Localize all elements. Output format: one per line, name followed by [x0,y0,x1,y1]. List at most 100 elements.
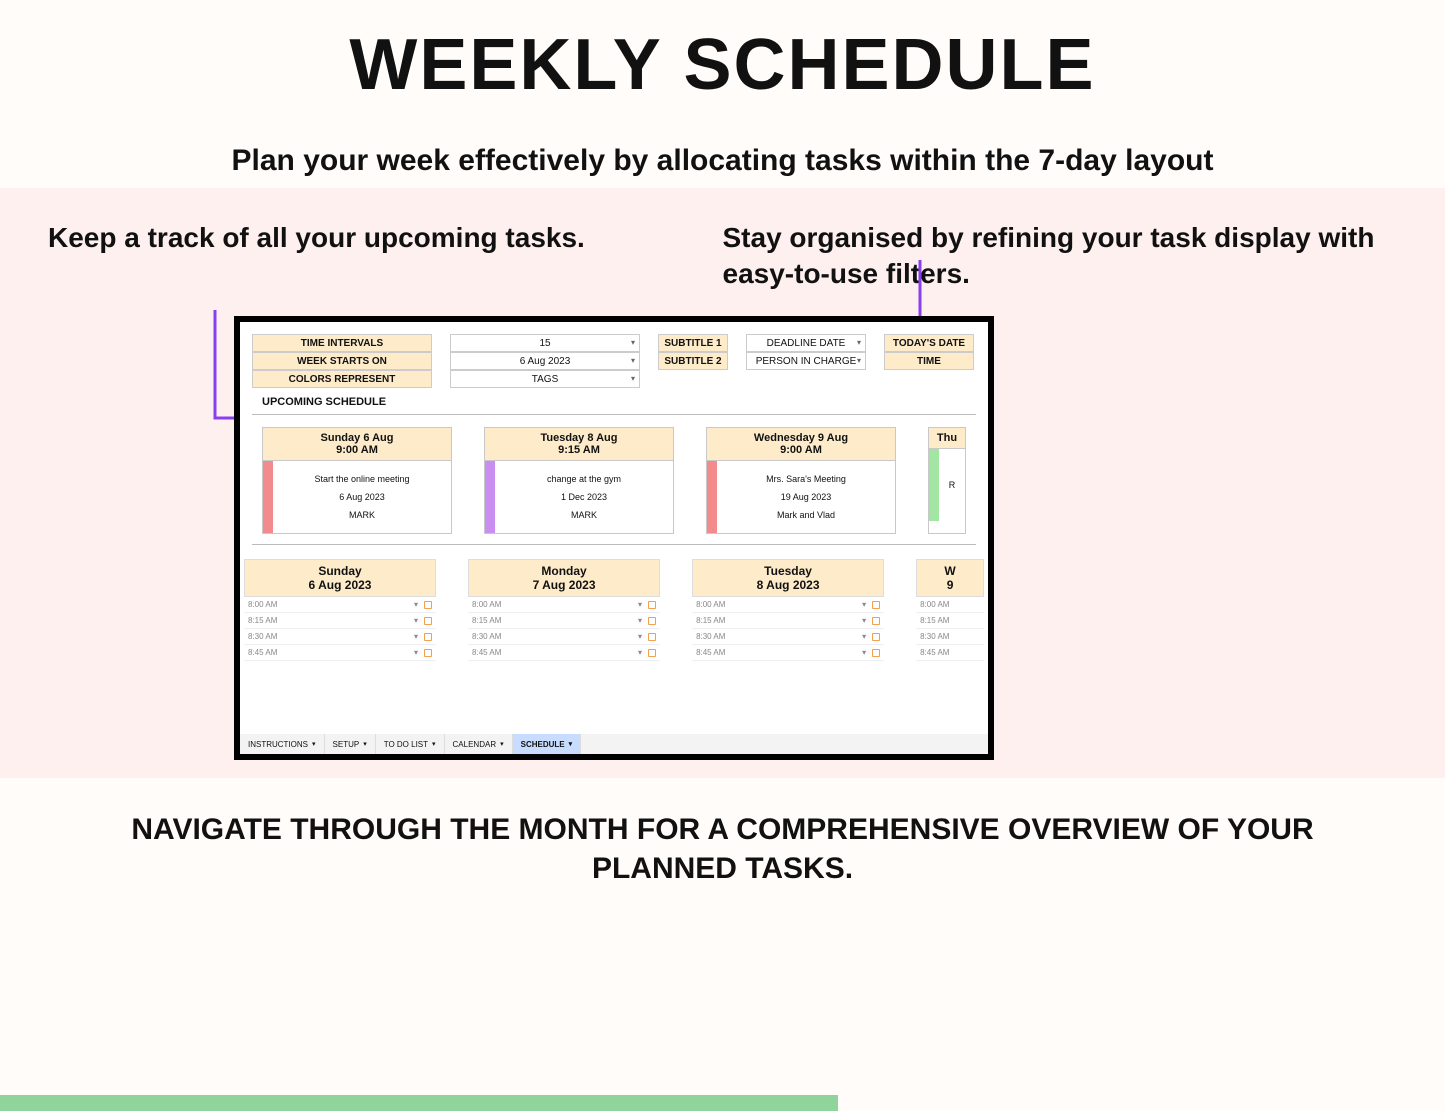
tag-color-bar [485,461,495,533]
day-column: Tuesday 8 Aug 2023 8:00 AM▾ 8:15 AM▾ 8:3… [692,559,884,661]
card-person: MARK [495,510,673,520]
callout-filters: Stay organised by refining your task dis… [723,220,1398,292]
time-slot[interactable]: 8:30 AM [916,629,984,645]
feature-band: Keep a track of all your upcoming tasks.… [0,188,1445,778]
tag-color-bar [929,449,939,521]
page-subtitle: Plan your week effectively by allocating… [60,144,1385,178]
day-of-week: Sunday [247,564,433,578]
chevron-down-icon: ▾ [638,600,642,609]
checkbox[interactable] [648,601,656,609]
checkbox[interactable] [872,649,880,657]
card-day: Thu [931,432,963,444]
tag-color-bar [263,461,273,533]
time-slot[interactable]: 8:45 AM▾ [692,645,884,661]
day-date: 9 [919,578,981,592]
card-person: MARK [273,510,451,520]
checkbox[interactable] [872,633,880,641]
label-todays-date: TODAY'S DATE [884,334,974,352]
day-of-week: Tuesday [695,564,881,578]
card-task: change at the gym [495,474,673,484]
chevron-down-icon: ▾ [862,632,866,641]
label-time: TIME [884,352,974,370]
chevron-down-icon: ▾ [569,740,573,748]
chevron-down-icon: ▾ [414,600,418,609]
checkbox[interactable] [424,617,432,625]
upcoming-card[interactable]: Wednesday 9 Aug 9:00 AM Mrs. Sara's Meet… [706,427,896,534]
upcoming-card[interactable]: Thu R [928,427,966,534]
chevron-down-icon: ▾ [638,648,642,657]
sheet-tabs: INSTRUCTIONS▾ SETUP▾ TO DO LIST▾ CALENDA… [240,734,988,754]
time-slot[interactable]: 8:45 AM▾ [244,645,436,661]
tab-instructions[interactable]: INSTRUCTIONS▾ [240,734,325,754]
day-date: 6 Aug 2023 [247,578,433,592]
card-time: 9:00 AM [265,444,449,456]
select-time-intervals[interactable]: 15 [450,334,640,352]
time-slot[interactable]: 8:15 AM▾ [468,613,660,629]
callout-upcoming: Keep a track of all your upcoming tasks. [48,220,615,292]
checkbox[interactable] [872,617,880,625]
card-task: R [939,480,965,490]
chevron-down-icon: ▾ [500,740,504,748]
checkbox[interactable] [424,601,432,609]
checkbox[interactable] [648,617,656,625]
upcoming-card[interactable]: Tuesday 8 Aug 9:15 AM change at the gym … [484,427,674,534]
card-date: 19 Aug 2023 [717,492,895,502]
day-column: Sunday 6 Aug 2023 8:00 AM▾ 8:15 AM▾ 8:30… [244,559,436,661]
day-of-week: W [919,564,981,578]
chevron-down-icon: ▾ [638,632,642,641]
time-slot[interactable]: 8:00 AM [916,597,984,613]
tab-todo-list[interactable]: TO DO LIST▾ [376,734,445,754]
decorative-stripe [0,1095,838,1111]
page-title: WEEKLY SCHEDULE [60,24,1385,106]
upcoming-card[interactable]: Sunday 6 Aug 9:00 AM Start the online me… [262,427,452,534]
day-of-week: Monday [471,564,657,578]
chevron-down-icon: ▾ [432,740,436,748]
card-day: Sunday 6 Aug [265,432,449,444]
tab-calendar[interactable]: CALENDAR▾ [445,734,513,754]
card-time: 9:15 AM [487,444,671,456]
select-subtitle1[interactable]: DEADLINE DATE [746,334,866,352]
label-subtitle1: SUBTITLE 1 [658,334,728,352]
time-slot[interactable]: 8:30 AM▾ [692,629,884,645]
select-colors-represent[interactable]: TAGS [450,370,640,388]
footer-caption: NAVIGATE THROUGH THE MONTH FOR A COMPREH… [0,778,1445,888]
chevron-down-icon: ▾ [862,600,866,609]
checkbox[interactable] [424,649,432,657]
card-time: 9:00 AM [709,444,893,456]
card-day: Tuesday 8 Aug [487,432,671,444]
chevron-down-icon: ▾ [414,648,418,657]
time-slot[interactable]: 8:15 AM [916,613,984,629]
time-slot[interactable]: 8:00 AM▾ [244,597,436,613]
card-task: Mrs. Sara's Meeting [717,474,895,484]
label-subtitle2: SUBTITLE 2 [658,352,728,370]
card-day: Wednesday 9 Aug [709,432,893,444]
time-slot[interactable]: 8:00 AM▾ [692,597,884,613]
time-slot[interactable]: 8:15 AM▾ [692,613,884,629]
day-date: 8 Aug 2023 [695,578,881,592]
checkbox[interactable] [648,633,656,641]
day-column: W 9 8:00 AM 8:15 AM 8:30 AM 8:45 AM [916,559,984,661]
time-slot[interactable]: 8:15 AM▾ [244,613,436,629]
chevron-down-icon: ▾ [414,632,418,641]
tab-schedule[interactable]: SCHEDULE▾ [513,734,582,754]
chevron-down-icon: ▾ [312,740,316,748]
chevron-down-icon: ▾ [862,616,866,625]
app-screenshot: TIME INTERVALS WEEK STARTS ON COLORS REP… [234,316,994,760]
checkbox[interactable] [424,633,432,641]
day-grid: Sunday 6 Aug 2023 8:00 AM▾ 8:15 AM▾ 8:30… [240,553,988,661]
time-slot[interactable]: 8:45 AM▾ [468,645,660,661]
tab-setup[interactable]: SETUP▾ [325,734,376,754]
checkbox[interactable] [648,649,656,657]
time-slot[interactable]: 8:30 AM▾ [468,629,660,645]
select-week-starts-on[interactable]: 6 Aug 2023 [450,352,640,370]
label-colors-represent: COLORS REPRESENT [252,370,432,388]
time-slot[interactable]: 8:45 AM [916,645,984,661]
card-date: 6 Aug 2023 [273,492,451,502]
time-slot[interactable]: 8:00 AM▾ [468,597,660,613]
divider [252,414,976,415]
tag-color-bar [707,461,717,533]
checkbox[interactable] [872,601,880,609]
day-date: 7 Aug 2023 [471,578,657,592]
time-slot[interactable]: 8:30 AM▾ [244,629,436,645]
select-subtitle2[interactable]: PERSON IN CHARGE [746,352,866,370]
